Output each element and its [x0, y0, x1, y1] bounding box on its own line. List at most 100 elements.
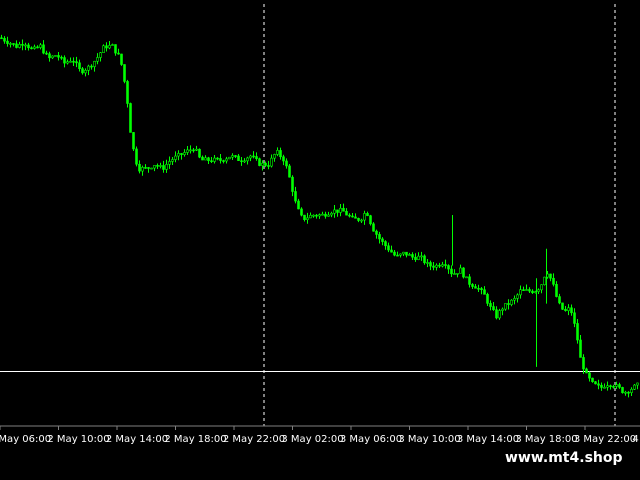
candle-body [318, 214, 321, 217]
candle [537, 288, 540, 295]
candle-body [144, 167, 147, 169]
candle-body [612, 386, 615, 388]
candle [282, 154, 285, 166]
candle [570, 304, 573, 316]
candle-body [621, 387, 624, 394]
candle [552, 273, 555, 287]
candle-body [111, 44, 114, 46]
candle-body [33, 46, 36, 49]
candle-body [360, 219, 363, 222]
candle-body [234, 155, 237, 157]
candle-body [282, 156, 285, 162]
candle-body [249, 155, 252, 159]
candle-body [375, 230, 378, 235]
candle-body [294, 191, 297, 202]
candle-body [300, 208, 303, 216]
candle [120, 53, 123, 66]
candle-body [399, 253, 402, 256]
candle-body [96, 57, 99, 62]
candle [483, 286, 486, 295]
candle-body [129, 103, 132, 133]
candle-body [519, 289, 522, 296]
candle [522, 286, 525, 291]
candle [351, 213, 354, 218]
chart-canvas[interactable]: 2 May 06:002 May 10:002 May 14:002 May 1… [0, 0, 640, 480]
candle-body [270, 157, 273, 167]
candle-body [333, 209, 336, 214]
candle [39, 43, 42, 50]
candle-body [258, 158, 261, 166]
candle-body [636, 382, 639, 386]
candle [246, 156, 249, 165]
candle-body [381, 238, 384, 242]
candle [33, 44, 36, 50]
candle-body [30, 47, 33, 50]
candle-body [501, 308, 504, 311]
candle-body [228, 156, 231, 160]
candle [336, 209, 339, 217]
candle [102, 44, 105, 53]
candle-body [183, 152, 186, 155]
candle [309, 212, 312, 219]
candle [288, 163, 291, 178]
candle-body [186, 149, 189, 153]
candle [6, 36, 9, 47]
candle [51, 55, 54, 59]
candle-body [9, 43, 12, 45]
candle-body [156, 165, 159, 167]
candle [168, 156, 171, 169]
candle-body [588, 372, 591, 379]
candle-body [57, 55, 60, 58]
candle [48, 51, 51, 62]
candle [21, 39, 24, 51]
candle [504, 303, 507, 311]
candle-body [510, 299, 513, 305]
price-chart[interactable]: 2 May 06:002 May 10:002 May 14:002 May 1… [0, 0, 640, 480]
candle-body [537, 289, 540, 292]
candle [498, 308, 501, 320]
candle [144, 164, 147, 169]
candle-body [168, 161, 171, 165]
candle [579, 335, 582, 358]
candle [528, 287, 531, 294]
x-tick-label: 3 May 18:00 [515, 434, 577, 445]
candle [633, 383, 636, 391]
candle-body [390, 249, 393, 253]
candle [267, 160, 270, 170]
candle-body [177, 153, 180, 157]
candle [60, 55, 63, 60]
candle-body [81, 68, 84, 74]
candle-body [321, 213, 324, 216]
candle-body [165, 164, 168, 170]
candle [255, 152, 258, 161]
candle-body [207, 157, 210, 162]
candle-body [615, 384, 618, 387]
candle-body [54, 55, 57, 57]
candle-body [528, 289, 531, 292]
candle-body [246, 157, 249, 162]
candle [216, 157, 219, 161]
candle-body [372, 223, 375, 232]
candle [204, 155, 207, 161]
candle-body [495, 309, 498, 319]
candle [342, 203, 345, 212]
candle [381, 237, 384, 246]
candle-body [429, 262, 432, 267]
candle [555, 281, 558, 298]
candle [294, 186, 297, 204]
candle-body [462, 267, 465, 278]
candle [189, 145, 192, 154]
candle [387, 242, 390, 253]
candle-body [450, 268, 453, 275]
candle [453, 269, 456, 275]
candle-body [243, 160, 246, 163]
candle-body [315, 214, 318, 217]
candle-body [150, 167, 153, 170]
candle-body [15, 43, 18, 48]
x-tick-label: 3 May 06:00 [340, 434, 402, 445]
candle [603, 383, 606, 389]
candle [132, 132, 135, 152]
candle [252, 151, 255, 159]
candle [177, 150, 180, 161]
candle [18, 41, 21, 49]
